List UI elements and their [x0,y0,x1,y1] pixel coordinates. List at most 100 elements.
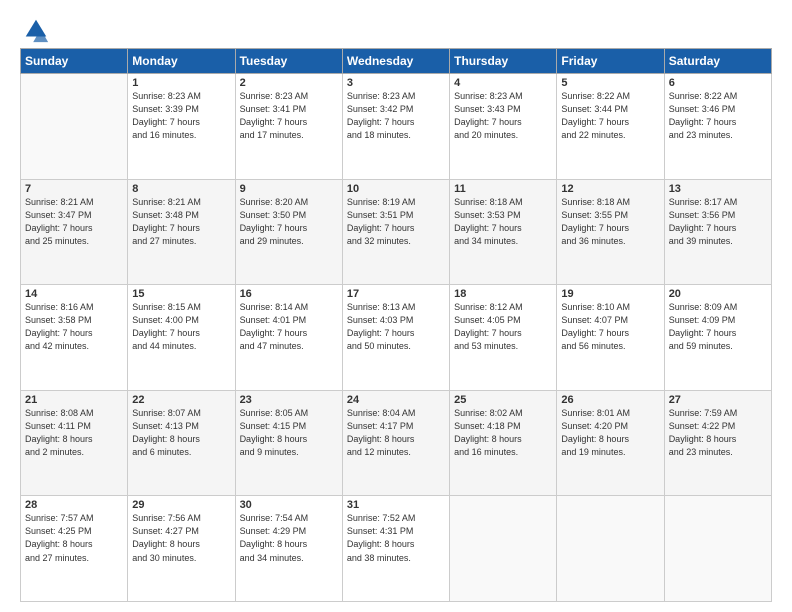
day-info: Sunrise: 8:21 AM Sunset: 3:48 PM Dayligh… [132,196,230,248]
calendar-cell: 25Sunrise: 8:02 AM Sunset: 4:18 PM Dayli… [450,390,557,496]
day-number: 8 [132,183,230,195]
day-number: 28 [25,499,123,511]
calendar-cell: 20Sunrise: 8:09 AM Sunset: 4:09 PM Dayli… [664,285,771,391]
day-info: Sunrise: 8:02 AM Sunset: 4:18 PM Dayligh… [454,407,552,459]
day-number: 25 [454,394,552,406]
day-info: Sunrise: 8:23 AM Sunset: 3:43 PM Dayligh… [454,90,552,142]
calendar-cell: 8Sunrise: 8:21 AM Sunset: 3:48 PM Daylig… [128,179,235,285]
day-number: 4 [454,77,552,89]
calendar-cell: 29Sunrise: 7:56 AM Sunset: 4:27 PM Dayli… [128,496,235,602]
day-info: Sunrise: 8:15 AM Sunset: 4:00 PM Dayligh… [132,301,230,353]
calendar-cell: 4Sunrise: 8:23 AM Sunset: 3:43 PM Daylig… [450,74,557,180]
day-number: 26 [561,394,659,406]
day-number: 17 [347,288,445,300]
calendar-cell: 13Sunrise: 8:17 AM Sunset: 3:56 PM Dayli… [664,179,771,285]
calendar-header: SundayMondayTuesdayWednesdayThursdayFrid… [21,49,772,74]
weekday-header: Thursday [450,49,557,74]
calendar-cell: 10Sunrise: 8:19 AM Sunset: 3:51 PM Dayli… [342,179,449,285]
calendar-cell: 21Sunrise: 8:08 AM Sunset: 4:11 PM Dayli… [21,390,128,496]
day-info: Sunrise: 8:10 AM Sunset: 4:07 PM Dayligh… [561,301,659,353]
day-info: Sunrise: 8:19 AM Sunset: 3:51 PM Dayligh… [347,196,445,248]
day-info: Sunrise: 8:14 AM Sunset: 4:01 PM Dayligh… [240,301,338,353]
day-number: 10 [347,183,445,195]
calendar-week: 28Sunrise: 7:57 AM Sunset: 4:25 PM Dayli… [21,496,772,602]
calendar-cell [557,496,664,602]
day-info: Sunrise: 7:59 AM Sunset: 4:22 PM Dayligh… [669,407,767,459]
day-info: Sunrise: 7:54 AM Sunset: 4:29 PM Dayligh… [240,512,338,564]
calendar-cell: 19Sunrise: 8:10 AM Sunset: 4:07 PM Dayli… [557,285,664,391]
day-info: Sunrise: 8:01 AM Sunset: 4:20 PM Dayligh… [561,407,659,459]
weekday-header: Sunday [21,49,128,74]
calendar-cell [664,496,771,602]
day-number: 15 [132,288,230,300]
day-info: Sunrise: 8:21 AM Sunset: 3:47 PM Dayligh… [25,196,123,248]
day-number: 21 [25,394,123,406]
day-info: Sunrise: 8:12 AM Sunset: 4:05 PM Dayligh… [454,301,552,353]
day-number: 11 [454,183,552,195]
day-number: 9 [240,183,338,195]
calendar-cell: 14Sunrise: 8:16 AM Sunset: 3:58 PM Dayli… [21,285,128,391]
day-number: 23 [240,394,338,406]
calendar-cell: 15Sunrise: 8:15 AM Sunset: 4:00 PM Dayli… [128,285,235,391]
day-number: 31 [347,499,445,511]
day-number: 27 [669,394,767,406]
day-info: Sunrise: 8:20 AM Sunset: 3:50 PM Dayligh… [240,196,338,248]
calendar-cell: 22Sunrise: 8:07 AM Sunset: 4:13 PM Dayli… [128,390,235,496]
calendar-cell [450,496,557,602]
calendar-cell: 27Sunrise: 7:59 AM Sunset: 4:22 PM Dayli… [664,390,771,496]
calendar-cell: 5Sunrise: 8:22 AM Sunset: 3:44 PM Daylig… [557,74,664,180]
calendar-cell: 16Sunrise: 8:14 AM Sunset: 4:01 PM Dayli… [235,285,342,391]
day-number: 24 [347,394,445,406]
calendar-cell [21,74,128,180]
calendar-week: 21Sunrise: 8:08 AM Sunset: 4:11 PM Dayli… [21,390,772,496]
calendar-cell: 24Sunrise: 8:04 AM Sunset: 4:17 PM Dayli… [342,390,449,496]
day-info: Sunrise: 7:52 AM Sunset: 4:31 PM Dayligh… [347,512,445,564]
weekday-header: Monday [128,49,235,74]
day-info: Sunrise: 8:23 AM Sunset: 3:42 PM Dayligh… [347,90,445,142]
calendar-cell: 31Sunrise: 7:52 AM Sunset: 4:31 PM Dayli… [342,496,449,602]
day-number: 14 [25,288,123,300]
day-number: 3 [347,77,445,89]
day-number: 13 [669,183,767,195]
day-info: Sunrise: 8:04 AM Sunset: 4:17 PM Dayligh… [347,407,445,459]
day-info: Sunrise: 8:22 AM Sunset: 3:44 PM Dayligh… [561,90,659,142]
day-number: 16 [240,288,338,300]
day-info: Sunrise: 8:18 AM Sunset: 3:53 PM Dayligh… [454,196,552,248]
calendar-cell: 17Sunrise: 8:13 AM Sunset: 4:03 PM Dayli… [342,285,449,391]
calendar-cell: 12Sunrise: 8:18 AM Sunset: 3:55 PM Dayli… [557,179,664,285]
calendar-cell: 11Sunrise: 8:18 AM Sunset: 3:53 PM Dayli… [450,179,557,285]
calendar-cell: 6Sunrise: 8:22 AM Sunset: 3:46 PM Daylig… [664,74,771,180]
day-number: 5 [561,77,659,89]
day-number: 12 [561,183,659,195]
day-number: 19 [561,288,659,300]
day-info: Sunrise: 8:13 AM Sunset: 4:03 PM Dayligh… [347,301,445,353]
day-number: 7 [25,183,123,195]
day-info: Sunrise: 8:05 AM Sunset: 4:15 PM Dayligh… [240,407,338,459]
day-info: Sunrise: 8:23 AM Sunset: 3:41 PM Dayligh… [240,90,338,142]
day-info: Sunrise: 7:57 AM Sunset: 4:25 PM Dayligh… [25,512,123,564]
day-info: Sunrise: 8:08 AM Sunset: 4:11 PM Dayligh… [25,407,123,459]
calendar-cell: 7Sunrise: 8:21 AM Sunset: 3:47 PM Daylig… [21,179,128,285]
calendar-cell: 1Sunrise: 8:23 AM Sunset: 3:39 PM Daylig… [128,74,235,180]
header [20,16,772,38]
calendar-cell: 26Sunrise: 8:01 AM Sunset: 4:20 PM Dayli… [557,390,664,496]
calendar-cell: 9Sunrise: 8:20 AM Sunset: 3:50 PM Daylig… [235,179,342,285]
calendar-cell: 30Sunrise: 7:54 AM Sunset: 4:29 PM Dayli… [235,496,342,602]
weekday-header: Tuesday [235,49,342,74]
calendar-week: 7Sunrise: 8:21 AM Sunset: 3:47 PM Daylig… [21,179,772,285]
day-number: 18 [454,288,552,300]
day-info: Sunrise: 7:56 AM Sunset: 4:27 PM Dayligh… [132,512,230,564]
calendar-cell: 18Sunrise: 8:12 AM Sunset: 4:05 PM Dayli… [450,285,557,391]
day-number: 30 [240,499,338,511]
day-info: Sunrise: 8:18 AM Sunset: 3:55 PM Dayligh… [561,196,659,248]
logo-icon [22,16,50,44]
calendar: SundayMondayTuesdayWednesdayThursdayFrid… [20,48,772,602]
day-number: 20 [669,288,767,300]
logo [20,16,50,38]
day-info: Sunrise: 8:22 AM Sunset: 3:46 PM Dayligh… [669,90,767,142]
calendar-cell: 3Sunrise: 8:23 AM Sunset: 3:42 PM Daylig… [342,74,449,180]
calendar-week: 1Sunrise: 8:23 AM Sunset: 3:39 PM Daylig… [21,74,772,180]
day-info: Sunrise: 8:16 AM Sunset: 3:58 PM Dayligh… [25,301,123,353]
day-number: 6 [669,77,767,89]
calendar-cell: 2Sunrise: 8:23 AM Sunset: 3:41 PM Daylig… [235,74,342,180]
